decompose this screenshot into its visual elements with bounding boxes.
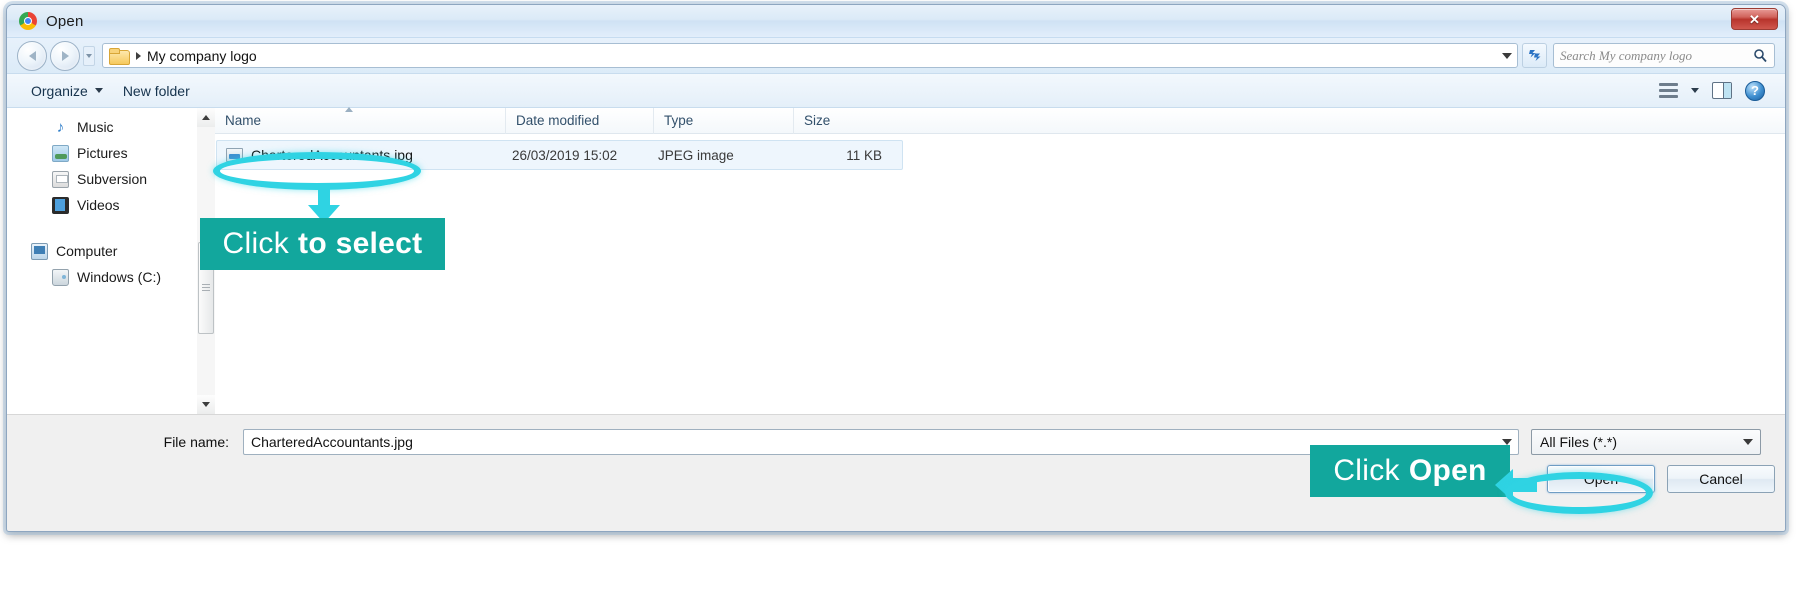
file-type-value: All Files (*.*) <box>1540 434 1618 450</box>
sidebar-item-label: Music <box>77 119 114 135</box>
preview-pane-icon[interactable] <box>1712 82 1732 99</box>
click-open-callout: Click Open <box>1310 445 1510 497</box>
music-icon: ♪ <box>56 118 65 136</box>
scrollbar-grip-icon <box>202 284 210 292</box>
subversion-icon <box>52 170 69 188</box>
search-box[interactable]: Search My company logo <box>1553 43 1775 68</box>
column-headers: Name Date modified Type Size <box>215 106 1785 134</box>
sidebar-item-videos[interactable]: Videos <box>7 192 197 218</box>
address-bar[interactable]: My company logo <box>102 43 1518 68</box>
file-type-select[interactable]: All Files (*.*) <box>1531 429 1761 455</box>
address-dropdown-icon[interactable] <box>1502 52 1512 59</box>
sidebar-item-label: Computer <box>56 243 118 259</box>
help-icon[interactable]: ? <box>1745 80 1765 101</box>
chevron-down-icon <box>86 53 92 58</box>
recent-locations-button[interactable] <box>83 45 95 66</box>
chrome-logo-icon <box>19 12 37 30</box>
callout-plain-text: Click <box>1333 454 1400 487</box>
new-folder-label: New folder <box>122 82 190 99</box>
help-glyph: ? <box>1751 83 1759 98</box>
sidebar-item-computer[interactable]: Computer <box>7 238 197 264</box>
navigation-bar: My company logo Search My company logo <box>7 38 1785 74</box>
videos-icon <box>52 196 69 214</box>
breadcrumb-current-folder[interactable]: My company logo <box>147 48 257 64</box>
view-options-icon[interactable] <box>1659 83 1678 98</box>
file-name-input-value: CharteredAccountants.jpg <box>251 434 413 450</box>
sidebar-item-label: Subversion <box>77 171 148 187</box>
folder-icon <box>109 48 130 65</box>
callout-plain-text: Click <box>222 227 290 260</box>
back-arrow-icon <box>28 50 36 61</box>
file-list-pane: Name Date modified Type Size CharteredAc… <box>215 106 1785 414</box>
navigation-pane: ♪ Music Pictures Subversion Videos Compu… <box>7 108 197 414</box>
title-bar: Open ✕ <box>7 5 1785 38</box>
sidebar-item-pictures[interactable]: Pictures <box>7 140 197 166</box>
sidebar-item-label: Videos <box>77 197 120 213</box>
computer-icon <box>31 242 48 260</box>
sidebar-item-label: Pictures <box>77 145 128 161</box>
chevron-down-icon <box>94 88 103 93</box>
cancel-button-label: Cancel <box>1699 471 1743 487</box>
pictures-icon <box>52 144 69 162</box>
sort-ascending-icon <box>345 106 353 112</box>
toolbar-right-group: ? <box>1659 80 1771 101</box>
new-folder-button[interactable]: New folder <box>113 79 200 103</box>
file-name-label: File name: <box>163 434 229 450</box>
file-date-cell: 26/03/2019 15:02 <box>512 147 618 163</box>
chevron-up-icon <box>202 115 210 120</box>
column-header-date-modified[interactable]: Date modified <box>505 107 653 134</box>
forward-button[interactable] <box>50 40 80 71</box>
drive-icon <box>52 268 69 286</box>
scroll-down-button[interactable] <box>197 395 215 414</box>
column-header-name[interactable]: Name <box>215 106 505 134</box>
column-header-label: Name <box>225 112 262 128</box>
breadcrumb-separator-icon <box>136 51 141 60</box>
organize-label: Organize <box>31 82 88 99</box>
column-header-type[interactable]: Type <box>653 107 793 134</box>
column-header-size[interactable]: Size <box>793 107 888 134</box>
callout-bold-text: Open <box>1408 454 1487 487</box>
sidebar-item-music[interactable]: ♪ Music <box>7 114 197 140</box>
search-input[interactable]: Search My company logo <box>1560 48 1753 64</box>
sidebar-item-subversion[interactable]: Subversion <box>7 166 197 192</box>
refresh-button[interactable] <box>1522 43 1547 68</box>
close-icon: ✕ <box>1749 11 1760 27</box>
close-button[interactable]: ✕ <box>1731 8 1778 30</box>
file-size-cell: 11 KB <box>846 147 882 163</box>
refresh-icon <box>1529 50 1541 61</box>
callout-bold-text: to select <box>298 227 423 260</box>
search-icon <box>1754 49 1767 63</box>
organize-button[interactable]: Organize <box>21 79 113 103</box>
sidebar-item-label: Windows (C:) <box>77 269 162 285</box>
ellipse-highlight-open <box>1505 472 1653 514</box>
screenshot-root: Open ✕ My company logo Search My company… <box>0 0 1800 600</box>
file-name-row: File name: CharteredAccountants.jpg All … <box>7 429 1785 455</box>
back-button[interactable] <box>17 40 47 71</box>
window-title: Open <box>46 12 84 30</box>
cancel-button[interactable]: Cancel <box>1667 465 1775 493</box>
chevron-down-icon <box>202 402 210 407</box>
sidebar-divider <box>7 218 197 238</box>
command-toolbar: Organize New folder ? <box>7 74 1785 108</box>
sidebar-item-windows-c[interactable]: Windows (C:) <box>7 264 197 290</box>
scroll-up-button[interactable] <box>197 108 215 127</box>
forward-arrow-icon <box>61 50 69 61</box>
chevron-down-icon <box>1743 439 1753 445</box>
file-type-cell: JPEG image <box>658 147 734 163</box>
click-to-select-callout: Click to select <box>200 218 445 270</box>
chevron-down-icon[interactable] <box>1691 88 1699 93</box>
